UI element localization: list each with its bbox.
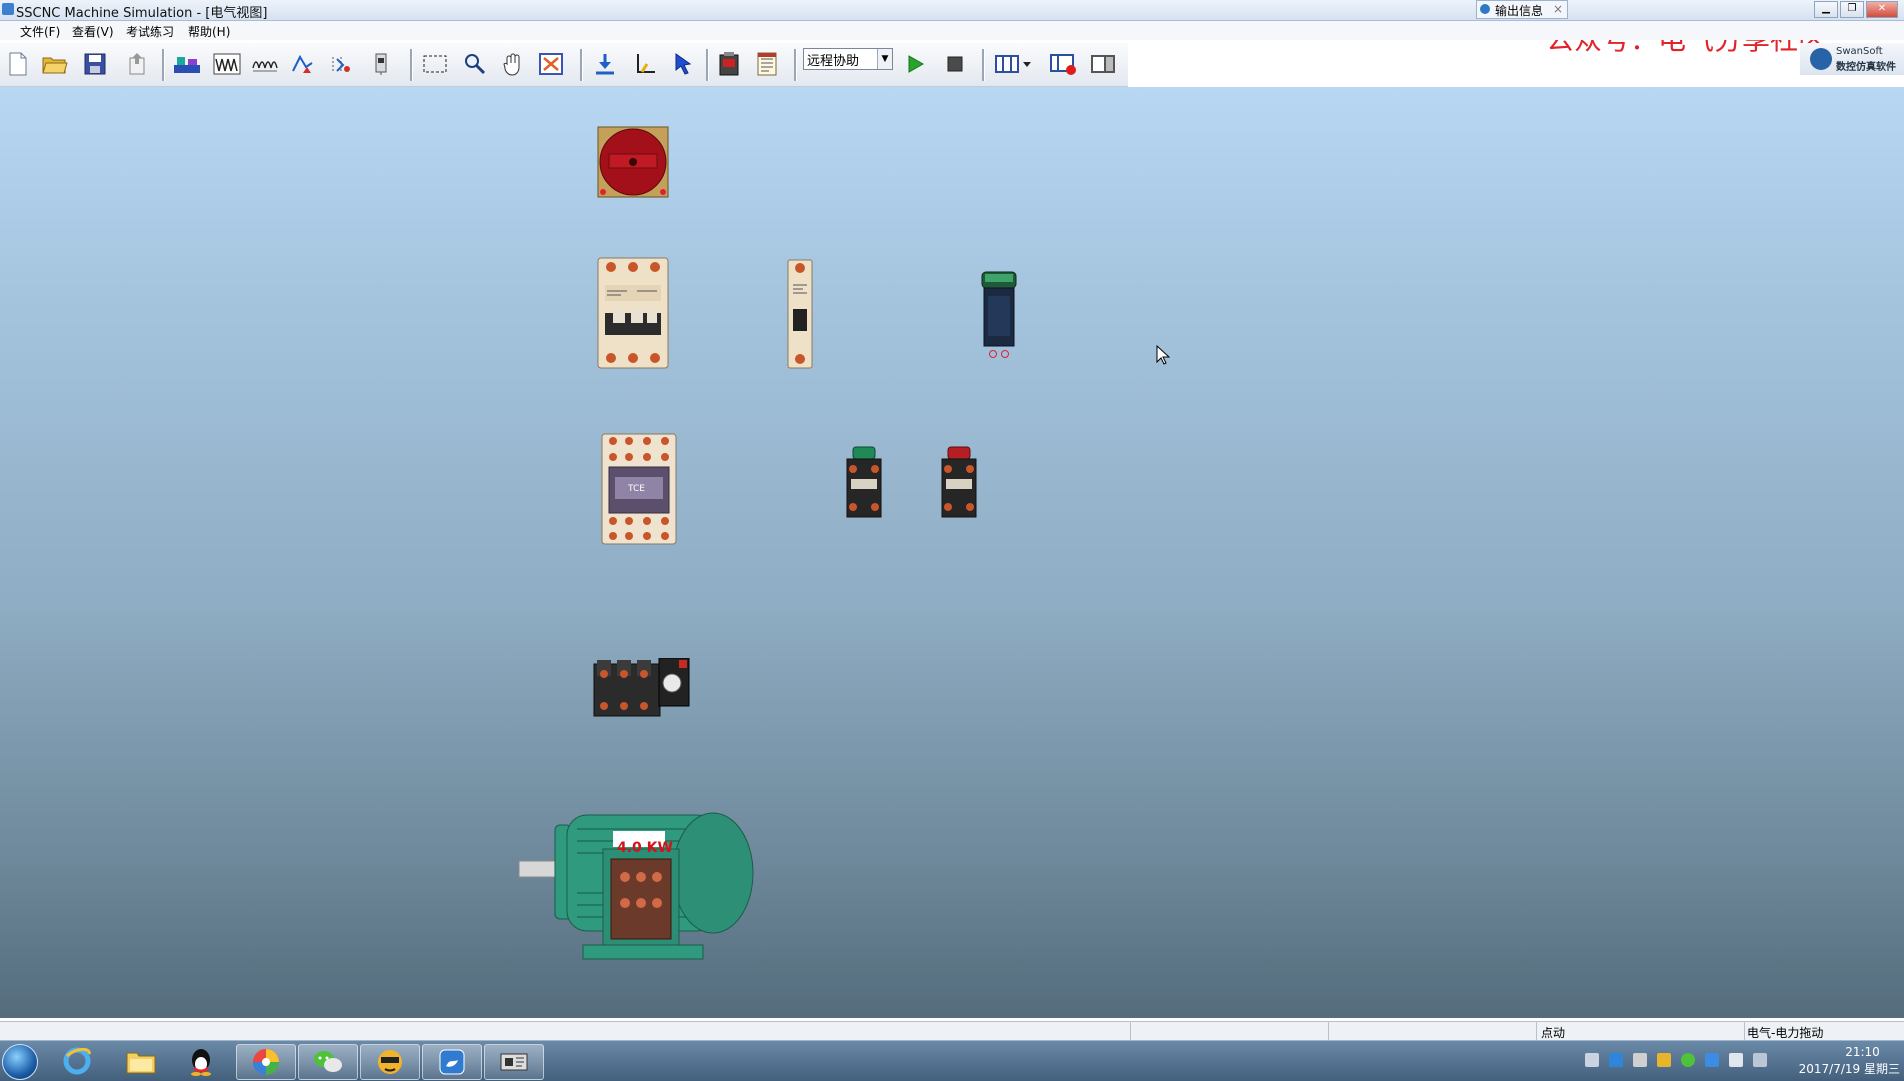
game-app-task[interactable]: [360, 1044, 420, 1080]
brand-line-1: SwanSoft: [1836, 46, 1883, 57]
sscnc-simulation-task[interactable]: [422, 1044, 482, 1080]
measure-tool-icon[interactable]: [326, 49, 356, 79]
record-layout-icon[interactable]: [1048, 49, 1078, 79]
notes-icon[interactable]: [752, 49, 782, 79]
toolbar-separator: [162, 49, 165, 81]
chevron-down-icon[interactable]: ▼: [877, 49, 892, 69]
window-title: SSCNC Machine Simulation - [电气视图]: [16, 6, 268, 21]
shield-icon[interactable]: [1705, 1053, 1719, 1067]
status-cell: [1130, 1022, 1327, 1040]
circuit-breaker-2p[interactable]: [597, 257, 669, 369]
select-rectangle-icon[interactable]: [420, 49, 450, 79]
stop-push-button[interactable]: [938, 445, 980, 519]
brand-badge: SwanSoft 数控仿真软件: [1800, 43, 1904, 75]
start-button[interactable]: [2, 1044, 38, 1080]
taskbar-clock[interactable]: 21:10 2017/7/19 星期三: [1785, 1044, 1900, 1078]
stop-icon[interactable]: [940, 49, 970, 79]
indicator-lamp[interactable]: [980, 270, 1018, 360]
tray-app-icon[interactable]: [1657, 1053, 1671, 1067]
clock-date: 2017/7/19 星期三: [1798, 1062, 1900, 1076]
machine-app-task[interactable]: [484, 1044, 544, 1080]
layout-split-icon[interactable]: [992, 49, 1022, 79]
close-button[interactable]: ✕: [1866, 1, 1898, 18]
toolbar-separator: [410, 49, 413, 81]
toolbar-separator: [580, 49, 583, 81]
app-icon: [2, 3, 14, 15]
record-device-icon[interactable]: [714, 49, 744, 79]
qq-task[interactable]: [172, 1044, 230, 1078]
mode-select[interactable]: 远程协助 ▼: [803, 48, 893, 70]
toolbar-separator: [794, 49, 797, 81]
axis-tool-icon[interactable]: [288, 49, 318, 79]
panel-layout-icon[interactable]: [1088, 49, 1118, 79]
system-tray: [1575, 1051, 1780, 1071]
main-toolbar: [0, 43, 1128, 87]
wechat-tray-icon[interactable]: [1681, 1053, 1695, 1067]
toolbar-separator: [706, 49, 709, 81]
status-cell-mode: 点动: [1536, 1022, 1743, 1040]
new-file-icon[interactable]: [3, 49, 33, 79]
wave-view-icon[interactable]: [212, 49, 242, 79]
export-icon[interactable]: [122, 49, 152, 79]
motor-power-label: 4.0 KW: [617, 840, 673, 856]
menu-view[interactable]: 查看(V): [72, 23, 114, 40]
keyboard-icon[interactable]: [1585, 1053, 1599, 1067]
save-icon[interactable]: [80, 49, 110, 79]
pan-hand-icon[interactable]: [498, 49, 528, 79]
clock-time: 21:10: [1845, 1045, 1880, 1059]
toolbar-separator: [982, 49, 985, 81]
photo-app-task[interactable]: [236, 1044, 296, 1080]
mode-select-value: 远程协助: [807, 54, 860, 69]
menu-help[interactable]: 帮助(H): [188, 23, 230, 40]
status-category-text: 电气-电力拖动: [1747, 1026, 1824, 1040]
run-play-icon[interactable]: [900, 49, 930, 79]
open-folder-icon[interactable]: [40, 49, 70, 79]
contactor-brand-label: TCE: [628, 484, 645, 494]
menu-exam[interactable]: 考试练习: [126, 23, 174, 40]
electrical-view-canvas[interactable]: TCE 4.0 KW: [0, 87, 1904, 1018]
three-phase-motor[interactable]: [517, 805, 765, 965]
zoom-icon[interactable]: [460, 49, 490, 79]
output-info-tab[interactable]: 输出信息 ×: [1476, 0, 1568, 19]
windows-taskbar: 21:10 2017/7/19 星期三: [0, 1040, 1904, 1081]
volume-icon[interactable]: [1729, 1053, 1743, 1067]
start-push-button[interactable]: [843, 445, 885, 519]
status-cell: [1328, 1022, 1535, 1040]
cloud-icon[interactable]: [1609, 1053, 1623, 1067]
restore-button[interactable]: ❐: [1840, 1, 1864, 18]
swansoft-logo-icon: [1810, 48, 1832, 70]
menu-file[interactable]: 文件(F): [20, 23, 60, 40]
output-info-icon: [1480, 4, 1490, 14]
circuit-breaker-1p[interactable]: [787, 259, 813, 369]
device-tool-icon[interactable]: [366, 49, 396, 79]
fit-view-icon[interactable]: [536, 49, 566, 79]
network-icon[interactable]: [1753, 1053, 1767, 1067]
mouse-cursor-icon: [1156, 345, 1170, 365]
pointer-icon[interactable]: [668, 49, 698, 79]
ie-browser-task[interactable]: [48, 1044, 106, 1078]
status-bar: 点动 电气-电力拖动: [0, 1021, 1904, 1040]
minimize-button[interactable]: ▁: [1814, 1, 1838, 18]
status-mode-text: 点动: [1541, 1026, 1566, 1040]
coordinate-icon[interactable]: [630, 49, 660, 79]
settings-tray-icon[interactable]: [1633, 1053, 1647, 1067]
spring-wave-icon[interactable]: [250, 49, 280, 79]
download-icon[interactable]: [590, 49, 620, 79]
brand-line-2: 数控仿真软件: [1836, 62, 1896, 73]
machine-view-icon[interactable]: [172, 49, 202, 79]
rotary-isolator-switch[interactable]: [597, 126, 669, 198]
output-tab-close-icon[interactable]: ×: [1553, 2, 1563, 16]
output-info-label: 输出信息: [1495, 4, 1544, 18]
thermal-overload-relay[interactable]: [593, 658, 691, 718]
file-explorer-task[interactable]: [112, 1044, 170, 1078]
status-cell-category: 电气-电力拖动: [1744, 1022, 1904, 1040]
wechat-task[interactable]: [298, 1044, 358, 1080]
layout-dropdown-icon[interactable]: [1020, 49, 1034, 79]
menu-bar: 文件(F) 查看(V) 考试练习 帮助(H): [0, 21, 1904, 40]
